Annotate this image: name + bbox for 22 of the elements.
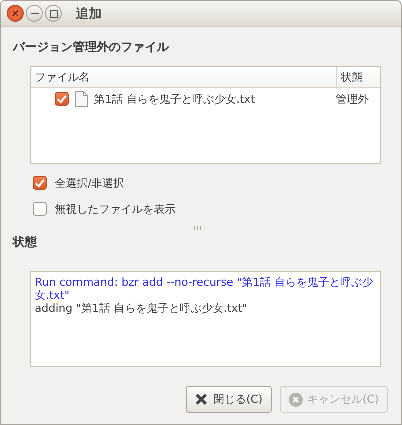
section-heading: バージョン管理外のファイル <box>13 39 170 56</box>
checkbox-label: 全選択/非選択 <box>55 176 125 190</box>
cancel-icon <box>288 392 303 406</box>
column-header[interactable]: 状態 <box>336 67 380 88</box>
close-button[interactable]: 閉じる(C) <box>186 386 272 413</box>
section-heading: 状態 <box>13 234 38 251</box>
close-icon[interactable] <box>7 5 24 22</box>
file-name: 第1話 自らを鬼子と呼ぶ少女.txt <box>94 92 256 106</box>
checkbox[interactable] <box>55 92 69 106</box>
pane-grip[interactable] <box>194 226 200 230</box>
checkbox[interactable] <box>33 202 47 216</box>
minimize-icon[interactable] <box>26 5 43 22</box>
column-header[interactable]: ファイル名 <box>31 67 336 88</box>
checkbox-label: 無視したファイルを表示 <box>55 202 176 216</box>
log-line: Run command: bzr add --no-recurse "第1話 自らを鬼子と呼ぶ少女.txt" <box>35 276 375 302</box>
close-icon <box>195 393 208 406</box>
checkbox[interactable] <box>33 176 47 190</box>
file-icon <box>75 91 88 107</box>
maximize-icon[interactable] <box>45 5 62 22</box>
window-title: 追加 <box>76 6 102 22</box>
file-status: 管理外 <box>336 92 370 106</box>
log-line: adding "第1話 自らを鬼子と呼ぶ少女.txt" <box>35 302 248 315</box>
